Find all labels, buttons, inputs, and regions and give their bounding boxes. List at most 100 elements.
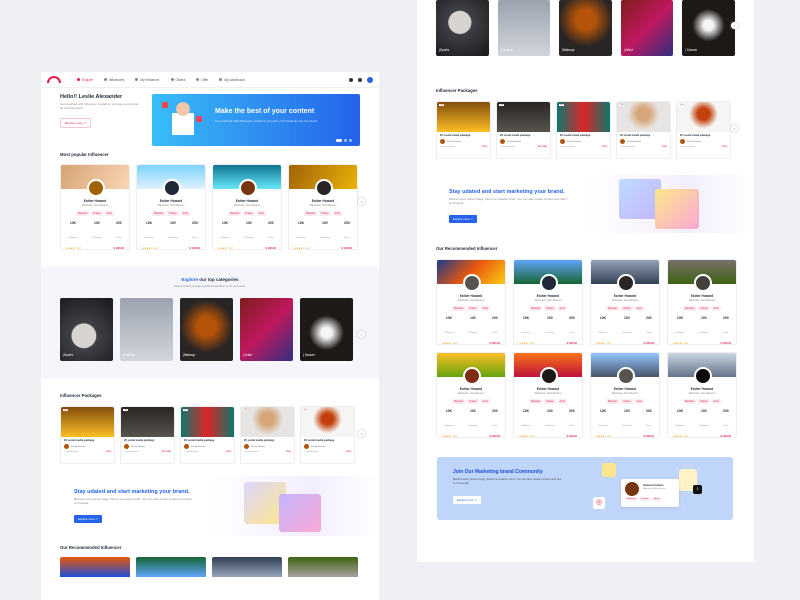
explore-more-button[interactable]: Explore more ↗ — [453, 496, 481, 504]
hero-banner[interactable]: Make the best of your content Get matche… — [152, 94, 360, 146]
avatar — [315, 179, 333, 197]
tag-chip: Musician — [682, 399, 697, 404]
category-makeup[interactable]: |Makeup — [559, 0, 612, 56]
tag-chip: Actor — [652, 497, 662, 501]
package-card[interactable]: Top 20 social media package Kristin Watson… — [616, 101, 671, 159]
tag-chip: Actor — [332, 211, 343, 216]
carousel-dots[interactable] — [336, 139, 352, 142]
package-card[interactable]: Top 20 social media package Kristin Watson… — [180, 406, 235, 464]
profile-card[interactable]: Selena Gomez Allentown, New Mexico Music… — [621, 479, 679, 507]
tiktok-icon: ♪ — [693, 485, 702, 494]
section-title: Our Recommended Influencer — [436, 246, 498, 251]
nav-influencers[interactable]: Influencers — [103, 78, 124, 82]
influencer-card[interactable]: Esther Howard Allentown, New Mexico Music… — [590, 352, 660, 438]
category-sports[interactable]: |Sports — [60, 298, 113, 361]
settings-icon[interactable] — [349, 77, 353, 82]
greeting-subtitle: Get matched with influencer models to pr… — [60, 102, 139, 110]
package-card[interactable]: Top 20 social media package Kristin Watson… — [556, 101, 611, 159]
category-dancer[interactable]: | Dancer — [300, 298, 353, 361]
promo-photo — [279, 494, 321, 532]
tag-chip: Actor — [711, 306, 722, 311]
bell-icon[interactable] — [358, 77, 362, 82]
package-card[interactable]: Top 20 social media package Kristin Watson… — [300, 406, 355, 464]
banner-person-image — [166, 98, 200, 142]
tag-chip: Musician — [625, 497, 638, 501]
tag-chip: Actor — [480, 306, 491, 311]
chevron-right-icon[interactable]: › — [358, 331, 365, 338]
avatar[interactable] — [367, 76, 373, 83]
category-fashion[interactable]: |Fashion — [120, 298, 173, 361]
package-card[interactable]: Top 20 social media package Kristin Watson… — [676, 101, 731, 159]
influencer-card[interactable]: Esther Howard Allentown, New Mexico Music… — [436, 259, 506, 345]
avatar — [239, 179, 257, 197]
chevron-right-icon[interactable]: › — [358, 198, 365, 205]
tag-chip: Drama — [639, 497, 651, 501]
chevron-right-icon[interactable]: › — [358, 430, 365, 437]
explore-more-button[interactable]: Explore more ↗ — [60, 118, 92, 128]
tag-chip: Actor — [480, 399, 491, 404]
top-nav: Explore Influencers My Influencer Orders… — [41, 72, 379, 88]
influencer-card[interactable]: Esther Howard Allentown, New Mexico Musi… — [288, 164, 358, 250]
tag-chip: Musician — [151, 211, 166, 216]
tag-chip: Drama — [698, 399, 710, 404]
heart-icon — [196, 116, 202, 122]
category-artist[interactable]: | Artist — [240, 298, 293, 361]
nav-orders[interactable]: Orders — [170, 78, 185, 82]
tag-chip: Drama — [621, 399, 633, 404]
tag-chip: Actor — [634, 399, 645, 404]
categories-subtitle: Check what's popular and find inspiratio… — [174, 284, 246, 288]
package-card[interactable]: Top 20 social media package Kristin Watson… — [240, 406, 295, 464]
category-dancer[interactable]: | Dancer — [682, 0, 735, 56]
nav-my-dashboard[interactable]: My dashboard — [219, 78, 245, 82]
influencer-card[interactable]: Esther Howard Allentown, New Mexico Musi… — [212, 164, 282, 250]
package-card[interactable]: Top 20 social media package Kristin Watson… — [496, 101, 551, 159]
category-artist[interactable]: | Artist — [620, 0, 674, 56]
tag-chip: Musician — [605, 306, 620, 311]
promo-photo — [655, 189, 699, 229]
category-fashion[interactable]: |Fashion — [497, 0, 551, 56]
tag-chip: Musician — [682, 306, 697, 311]
nav-offer[interactable]: Offer — [196, 78, 208, 82]
influencer-card[interactable]: Esther Howard Allentown, New Mexico Music… — [513, 259, 583, 345]
nav-my-influencer[interactable]: My Influencer — [135, 78, 160, 82]
package-card[interactable]: Top 20 social media package Kristin Watson… — [60, 406, 115, 464]
promo-banner: Stay udated and start marketing your bra… — [417, 175, 754, 233]
main-page-left: Explore Influencers My Influencer Orders… — [41, 72, 379, 600]
influencer-card[interactable]: Esther Howard Allentown, New Mexico Music… — [513, 352, 583, 438]
influencer-card[interactable]: Esther Howard Allentown, New Mexico Music… — [667, 352, 737, 438]
tag-chip: Musician — [528, 399, 543, 404]
nav-explore[interactable]: Explore — [77, 78, 93, 82]
influencer-card[interactable]: Esther Howard Allentown, New Mexico Music… — [590, 259, 660, 345]
heart-icon — [162, 102, 168, 108]
explore-more-button[interactable]: Explore more ↗ — [74, 515, 102, 523]
tag-chip: Musician — [75, 211, 90, 216]
influencer-card[interactable]: Esther Howard Allentown, New Mexico Musi… — [60, 164, 130, 250]
influencer-card[interactable]: Esther Howard Allentown, New Mexico Musi… — [136, 164, 206, 250]
tag-chip: Drama — [467, 399, 479, 404]
influencer-card[interactable]: Esther Howard Allentown, New Mexico Music… — [436, 352, 506, 438]
tag-chip: Drama — [544, 306, 556, 311]
package-card[interactable]: Top 20 social media package Kristin Watson… — [120, 406, 175, 464]
logo-icon[interactable] — [47, 76, 61, 83]
packages-row: Top 20 social media package Kristin Watson… — [417, 101, 754, 159]
popular-cards: Esther Howard Allentown, New Mexico Musi… — [41, 164, 379, 250]
category-makeup[interactable]: |Makeup — [180, 298, 233, 361]
chevron-right-icon[interactable]: › — [731, 125, 738, 132]
influencer-card[interactable]: Esther Howard Allentown, New Mexico Music… — [667, 259, 737, 345]
tag-chip: Musician — [605, 399, 620, 404]
compass-icon — [77, 78, 80, 81]
explore-more-button[interactable]: Explore more ↗ — [449, 215, 477, 223]
category-sports[interactable]: |Sports — [436, 0, 489, 56]
offer-icon — [196, 78, 200, 81]
tag-chip: Drama — [698, 306, 710, 311]
chevron-right-icon[interactable]: › — [731, 22, 738, 29]
tag-chip: Drama — [243, 211, 255, 216]
section-title: Most popular Influencer — [60, 152, 109, 157]
section-title: Our Recommended Influencer — [60, 545, 122, 550]
avatar — [87, 179, 105, 197]
promo-banner: Stay udated and start marketing your bra… — [41, 476, 379, 536]
tag-chip: Musician — [227, 211, 242, 216]
avatar — [625, 482, 639, 496]
categories-section: Explore our top categories Check what's … — [41, 267, 379, 379]
package-card[interactable]: Top 20 social media package Kristin Watson… — [436, 101, 491, 159]
